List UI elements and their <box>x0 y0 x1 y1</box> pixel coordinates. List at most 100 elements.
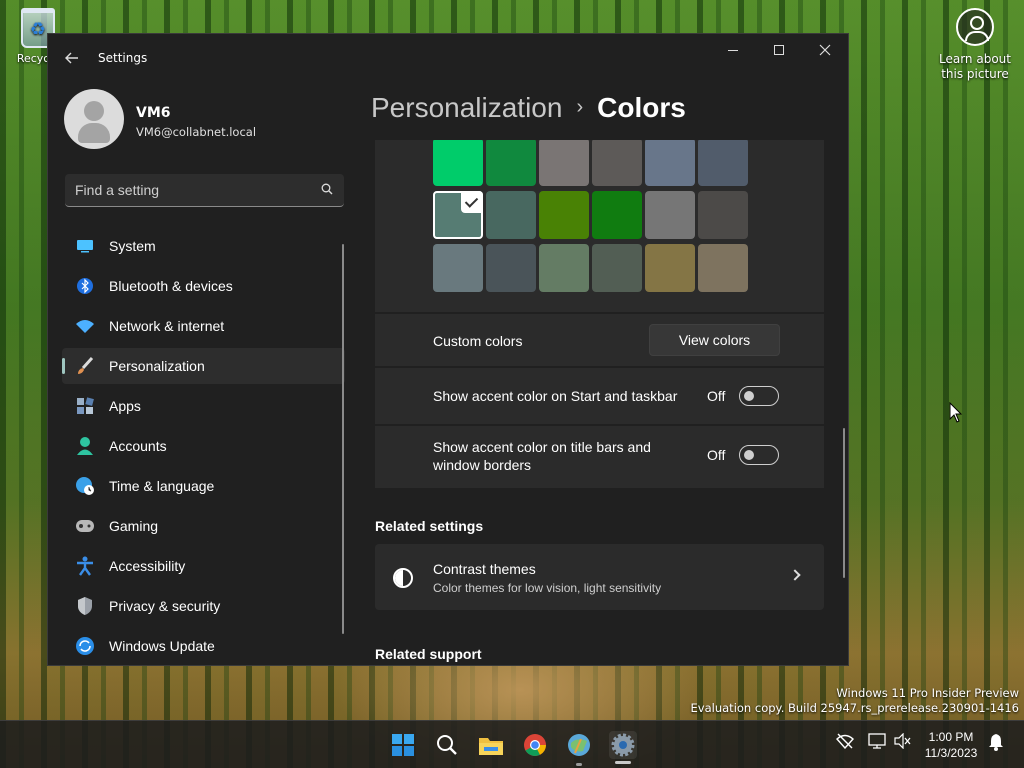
contrast-themes-row[interactable]: Contrast themes Color themes for low vis… <box>375 544 824 610</box>
accent-titlebar-label-line1: Show accent color on title bars and <box>433 439 651 455</box>
sidebar-item-label: Network & internet <box>109 318 225 334</box>
sidebar-item-label: Bluetooth & devices <box>109 278 233 294</box>
accent-color-swatch[interactable] <box>645 191 695 239</box>
accent-start-toggle[interactable] <box>739 386 779 406</box>
bluetooth-icon <box>75 276 95 296</box>
accent-color-swatch[interactable] <box>433 191 483 239</box>
breadcrumb: Personalization › Colors <box>371 92 686 124</box>
close-icon <box>819 44 831 56</box>
sidebar-scrollbar[interactable] <box>342 244 344 634</box>
learn-about-picture[interactable]: Learn about this picture <box>930 8 1020 82</box>
user-name: VM6 <box>136 105 171 121</box>
accent-color-swatch[interactable] <box>539 140 589 186</box>
learn-label: Learn about this picture <box>939 52 1011 81</box>
page-title: Colors <box>597 92 686 123</box>
accent-color-swatch[interactable] <box>592 244 642 292</box>
accent-titlebar-row: Show accent color on title bars and wind… <box>375 426 824 488</box>
accent-titlebar-label-line2: window borders <box>433 457 532 473</box>
settings-icon[interactable] <box>609 731 637 759</box>
window-title: Settings <box>98 51 148 65</box>
sidebar-item-system[interactable]: System <box>62 228 345 264</box>
running-indicator <box>576 763 582 766</box>
maximize-button[interactable] <box>756 34 802 66</box>
accent-color-swatch[interactable] <box>645 244 695 292</box>
custom-colors-label: Custom colors <box>433 333 523 349</box>
search-box <box>65 174 344 207</box>
chevron-right-icon <box>789 569 801 581</box>
content-pane: Custom colors View colors Show accent co… <box>375 140 824 665</box>
accent-color-swatch[interactable] <box>539 244 589 292</box>
accent-color-swatch[interactable] <box>486 191 536 239</box>
breadcrumb-parent[interactable]: Personalization <box>371 92 562 123</box>
windows-start-icon[interactable] <box>389 731 417 759</box>
accent-color-swatch[interactable] <box>486 244 536 292</box>
accent-color-swatch[interactable] <box>592 191 642 239</box>
apps-icon <box>75 396 95 416</box>
camera-info-icon <box>956 8 994 46</box>
watermark-build: Evaluation copy. Build 25947.rs_prerelea… <box>690 701 1019 715</box>
active-app-indicator <box>615 761 631 764</box>
title-bar[interactable]: Settings <box>48 34 848 82</box>
sidebar-item-gaming[interactable]: Gaming <box>62 508 345 544</box>
sidebar-item-bluetooth[interactable]: Bluetooth & devices <box>62 268 345 304</box>
sidebar-item-label: Privacy & security <box>109 598 221 614</box>
sidebar-item-accessibility[interactable]: Accessibility <box>62 548 345 584</box>
display-icon[interactable] <box>868 733 886 753</box>
accent-titlebar-toggle[interactable] <box>739 445 779 465</box>
sidebar-item-time-language[interactable]: Time & language <box>62 468 345 504</box>
sidebar-item-label: Personalization <box>109 358 205 374</box>
sidebar-item-windows-update[interactable]: Windows Update <box>62 628 345 664</box>
maximize-icon <box>774 45 784 55</box>
sidebar-item-label: Windows Update <box>109 638 215 654</box>
notification-bell-icon[interactable] <box>988 733 1004 755</box>
sidebar-item-network[interactable]: Network & internet <box>62 308 345 344</box>
network-disconnected-icon[interactable] <box>836 733 854 753</box>
desktop-watermark: Windows 11 Pro Insider Preview Evaluatio… <box>691 686 1019 716</box>
accent-start-state: Off <box>707 388 726 404</box>
sidebar-item-apps[interactable]: Apps <box>62 388 345 424</box>
minimize-button[interactable] <box>710 34 756 66</box>
accent-color-swatch[interactable] <box>539 191 589 239</box>
user-profile[interactable]: VM6 VM6@collabnet.local <box>64 89 256 149</box>
back-arrow-icon[interactable] <box>64 50 80 66</box>
volume-muted-icon[interactable] <box>894 732 912 753</box>
accent-color-swatch[interactable] <box>645 140 695 186</box>
clock-time: 1:00 PM <box>928 730 974 744</box>
accent-color-swatch[interactable] <box>486 140 536 186</box>
sidebar-item-label: Apps <box>109 398 141 414</box>
accent-color-swatch[interactable] <box>592 140 642 186</box>
search-input[interactable] <box>65 174 305 205</box>
view-colors-button[interactable]: View colors <box>649 324 780 356</box>
breadcrumb-chevron-icon: › <box>576 96 584 118</box>
brush-icon <box>75 356 95 376</box>
accent-color-swatch[interactable] <box>698 191 748 239</box>
search-icon[interactable] <box>433 731 461 759</box>
accent-color-swatch[interactable] <box>698 244 748 292</box>
sidebar-item-privacy-security[interactable]: Privacy & security <box>62 588 345 624</box>
file-explorer-icon[interactable] <box>477 731 505 759</box>
clock-date: 11/3/2023 <box>924 746 978 760</box>
shield-icon <box>75 596 95 616</box>
accent-color-swatch[interactable] <box>433 140 483 186</box>
search-icon[interactable] <box>321 183 333 195</box>
accent-titlebar-state: Off <box>707 447 726 463</box>
close-button[interactable] <box>802 34 848 66</box>
checkmark-icon <box>461 191 483 213</box>
system-icon <box>75 236 95 256</box>
sidebar-item-label: Gaming <box>109 518 159 534</box>
accent-titlebar-label: Show accent color on title bars and wind… <box>433 438 651 474</box>
chrome-icon[interactable] <box>521 731 549 759</box>
accent-color-swatch[interactable] <box>433 244 483 292</box>
app-icon[interactable] <box>565 731 593 759</box>
taskbar: 1:00 PM 11/3/2023 <box>0 720 1024 768</box>
settings-window: Settings VM6 VM6@collabnet.local System … <box>47 33 849 666</box>
globe-clock-icon <box>75 476 95 496</box>
content-scrollbar[interactable] <box>843 428 845 578</box>
accounts-icon <box>75 436 95 456</box>
accent-color-swatch[interactable] <box>698 140 748 186</box>
sidebar-nav: System Bluetooth & devices Network & int… <box>62 228 345 665</box>
sidebar-item-personalization[interactable]: Personalization <box>62 348 345 384</box>
gamepad-icon <box>75 516 95 536</box>
sidebar-item-accounts[interactable]: Accounts <box>62 428 345 464</box>
system-clock[interactable]: 1:00 PM 11/3/2023 <box>916 729 986 761</box>
